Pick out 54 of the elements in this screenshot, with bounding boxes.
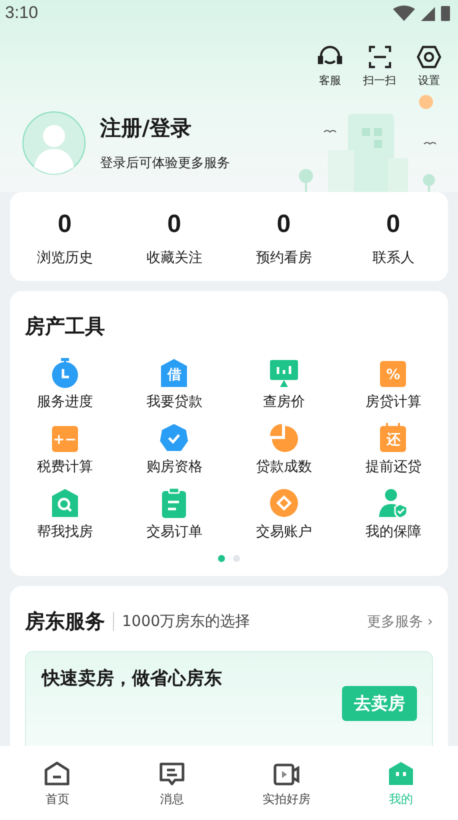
section-title: 房东服务 (25, 608, 105, 635)
message-icon[interactable] (158, 760, 186, 788)
monitor-chart-icon[interactable] (268, 358, 299, 388)
stat-label[interactable]: 联系人 (372, 249, 414, 267)
tool-label[interactable]: 查房价 (262, 393, 305, 411)
tool-label[interactable]: 房贷计算 (365, 393, 422, 411)
action-label[interactable]: 扫一扫 (363, 73, 396, 88)
stat-count[interactable]: 0 (386, 210, 400, 239)
tool-label[interactable]: 服务进度 (36, 393, 93, 411)
battery-icon (441, 5, 450, 21)
icon-glyph: 借 (166, 366, 182, 385)
nav-tab[interactable]: 实拍好房 (262, 791, 310, 808)
nav-tab[interactable]: 消息 (160, 791, 184, 808)
nav-tab[interactable]: 首页 (45, 791, 70, 808)
stat-count[interactable]: 0 (58, 210, 72, 239)
tool-label[interactable]: 税费计算 (36, 458, 93, 476)
icon-glyph: 还 (385, 431, 402, 450)
status-time: 3:10 (5, 3, 38, 23)
avatar[interactable] (22, 111, 86, 175)
more-services-link[interactable]: 更多服务 › (366, 612, 433, 630)
hexagon-check-icon[interactable] (159, 423, 190, 453)
tool-label[interactable]: 购房资格 (146, 458, 202, 476)
stat-count[interactable]: 0 (167, 210, 182, 239)
stat-count[interactable]: 0 (276, 210, 291, 239)
login-subtitle: 登录后可体验更多服务 (100, 155, 230, 172)
stat-label[interactable]: 预约看房 (256, 249, 312, 267)
wifi-icon (393, 5, 415, 21)
tool-label[interactable]: 提前还贷 (365, 458, 422, 476)
scan-icon[interactable] (366, 44, 392, 70)
person-shield-icon[interactable] (378, 488, 408, 518)
tool-label[interactable]: 我要贷款 (146, 393, 202, 411)
house-search-icon[interactable] (50, 488, 80, 518)
icon-glyph: +− (52, 431, 78, 450)
action-label[interactable]: 客服 (319, 73, 341, 88)
stat-label[interactable]: 收藏关注 (146, 249, 202, 267)
section-title: 房产工具 (25, 313, 105, 340)
icon-glyph: % (385, 366, 402, 385)
section-tagline: 1000万房东的选择 (113, 612, 250, 631)
tool-label[interactable]: 交易账户 (256, 523, 312, 541)
tool-label[interactable]: 贷款成数 (256, 458, 312, 476)
stopwatch-icon[interactable] (50, 358, 80, 388)
pie-chart-icon[interactable] (268, 423, 299, 453)
signal-icon (421, 6, 435, 20)
tool-label[interactable]: 交易订单 (146, 523, 202, 541)
login-title[interactable]: 注册/登录 (100, 114, 230, 142)
house-icon[interactable] (43, 760, 72, 788)
coin-icon[interactable] (268, 488, 299, 518)
action-label[interactable]: 设置 (418, 73, 440, 88)
stat-label[interactable]: 浏览历史 (36, 249, 93, 267)
settings-icon[interactable] (416, 44, 442, 70)
tool-label[interactable]: 帮我找房 (36, 523, 93, 541)
house-face-icon[interactable] (386, 760, 415, 788)
tool-label[interactable]: 我的保障 (365, 523, 422, 541)
promo-title: 快速卖房，做省心房东 (42, 667, 222, 690)
